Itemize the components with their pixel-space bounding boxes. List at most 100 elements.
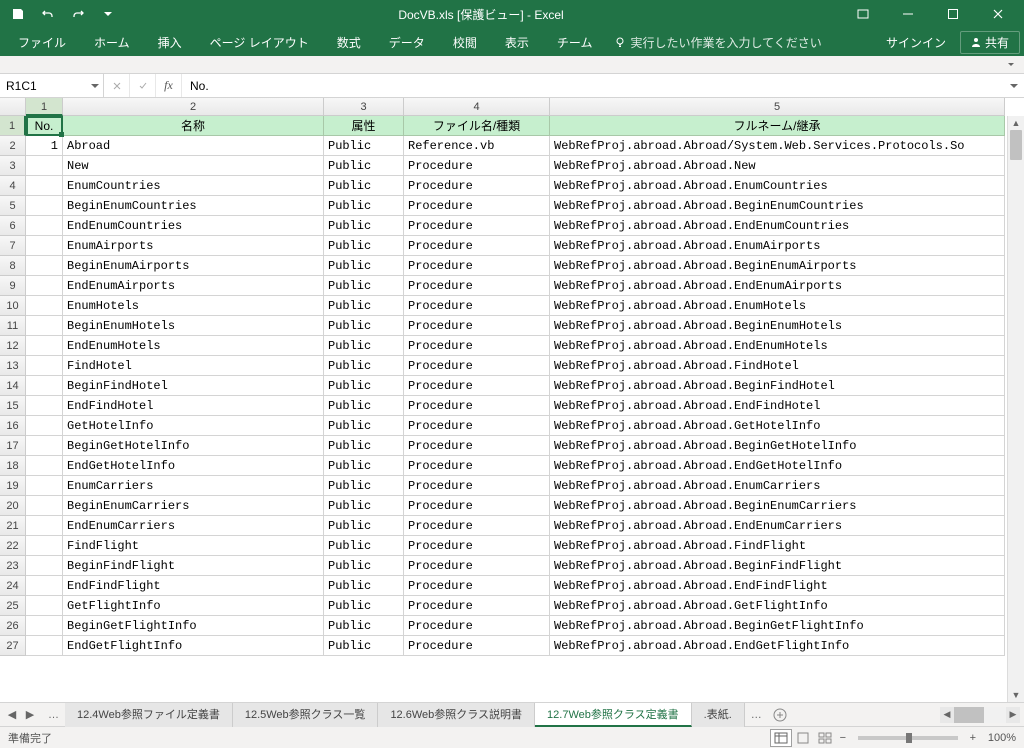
row-header[interactable]: 12 bbox=[0, 336, 26, 356]
cell-full[interactable]: WebRefProj.abroad.Abroad.EnumAirports bbox=[550, 236, 1005, 256]
cell-full[interactable]: WebRefProj.abroad.Abroad.GetFlightInfo bbox=[550, 596, 1005, 616]
cell-attr[interactable]: Public bbox=[324, 136, 404, 156]
table-row[interactable]: EndEnumCountriesPublicProcedureWebRefPro… bbox=[26, 216, 1024, 236]
cell-file[interactable]: Procedure bbox=[404, 216, 550, 236]
tab-data[interactable]: データ bbox=[375, 28, 439, 56]
table-row[interactable]: GetFlightInfoPublicProcedureWebRefProj.a… bbox=[26, 596, 1024, 616]
col-header-2[interactable]: 2 bbox=[63, 98, 324, 116]
page-layout-view-button[interactable] bbox=[792, 729, 814, 747]
sheet-tab[interactable]: .表紙. bbox=[692, 703, 745, 727]
row-header[interactable]: 23 bbox=[0, 556, 26, 576]
tab-insert[interactable]: 挿入 bbox=[144, 28, 196, 56]
cell-full[interactable]: WebRefProj.abroad.Abroad.BeginEnumHotels bbox=[550, 316, 1005, 336]
cell-attr[interactable]: Public bbox=[324, 176, 404, 196]
table-row[interactable]: EndGetFlightInfoPublicProcedureWebRefPro… bbox=[26, 636, 1024, 656]
row-header[interactable]: 24 bbox=[0, 576, 26, 596]
row-header[interactable]: 27 bbox=[0, 636, 26, 656]
cell-file[interactable]: Procedure bbox=[404, 636, 550, 656]
cells-grid[interactable]: No.名称属性ファイル名/種類フルネーム/継承1AbroadPublicRefe… bbox=[26, 116, 1024, 702]
cell-file[interactable]: Procedure bbox=[404, 196, 550, 216]
cell-name[interactable]: BeginEnumAirports bbox=[63, 256, 324, 276]
cell-full[interactable]: WebRefProj.abroad.Abroad.FindHotel bbox=[550, 356, 1005, 376]
cell-attr[interactable]: Public bbox=[324, 536, 404, 556]
ribbon-display-button[interactable] bbox=[840, 0, 885, 28]
name-box-dropdown[interactable] bbox=[86, 74, 103, 97]
cell-name[interactable]: BeginEnumCarriers bbox=[63, 496, 324, 516]
cell-full[interactable]: WebRefProj.abroad.Abroad.FindFlight bbox=[550, 536, 1005, 556]
cell-file[interactable]: Procedure bbox=[404, 156, 550, 176]
cell-no[interactable] bbox=[26, 196, 63, 216]
cell-attr[interactable]: Public bbox=[324, 356, 404, 376]
close-button[interactable] bbox=[975, 0, 1020, 28]
cell-file[interactable]: Procedure bbox=[404, 396, 550, 416]
cell-name[interactable]: EndGetHotelInfo bbox=[63, 456, 324, 476]
tab-overflow-right[interactable]: … bbox=[745, 709, 768, 721]
cell-full[interactable]: WebRefProj.abroad.Abroad.EndGetFlightInf… bbox=[550, 636, 1005, 656]
cell-name[interactable]: BeginGetFlightInfo bbox=[63, 616, 324, 636]
cell-file[interactable]: Procedure bbox=[404, 616, 550, 636]
header-file[interactable]: ファイル名/種類 bbox=[404, 116, 550, 136]
table-row[interactable]: BeginGetFlightInfoPublicProcedureWebRefP… bbox=[26, 616, 1024, 636]
cell-file[interactable]: Procedure bbox=[404, 536, 550, 556]
cell-no[interactable] bbox=[26, 516, 63, 536]
cell-name[interactable]: EnumCarriers bbox=[63, 476, 324, 496]
cancel-formula-button[interactable] bbox=[104, 74, 130, 97]
collapse-ribbon-button[interactable] bbox=[1004, 58, 1018, 72]
tab-page-layout[interactable]: ページ レイアウト bbox=[196, 28, 323, 56]
cell-file[interactable]: Reference.vb bbox=[404, 136, 550, 156]
table-row[interactable]: BeginFindHotelPublicProcedureWebRefProj.… bbox=[26, 376, 1024, 396]
cell-name[interactable]: BeginEnumHotels bbox=[63, 316, 324, 336]
tab-home[interactable]: ホーム bbox=[80, 28, 144, 56]
cell-full[interactable]: WebRefProj.abroad.Abroad.BeginEnumCarrie… bbox=[550, 496, 1005, 516]
cell-file[interactable]: Procedure bbox=[404, 556, 550, 576]
cell-no[interactable] bbox=[26, 236, 63, 256]
cell-name[interactable]: New bbox=[63, 156, 324, 176]
cell-name[interactable]: EndFindHotel bbox=[63, 396, 324, 416]
scroll-thumb[interactable] bbox=[1010, 130, 1022, 160]
cell-file[interactable]: Procedure bbox=[404, 456, 550, 476]
cell-attr[interactable]: Public bbox=[324, 576, 404, 596]
cell-name[interactable]: EndEnumHotels bbox=[63, 336, 324, 356]
tab-view[interactable]: 表示 bbox=[491, 28, 543, 56]
zoom-thumb[interactable] bbox=[906, 733, 912, 743]
table-row[interactable]: EndGetHotelInfoPublicProcedureWebRefProj… bbox=[26, 456, 1024, 476]
cell-full[interactable]: WebRefProj.abroad.Abroad.BeginFindHotel bbox=[550, 376, 1005, 396]
normal-view-button[interactable] bbox=[770, 729, 792, 747]
header-no[interactable]: No. bbox=[26, 116, 63, 136]
minimize-button[interactable] bbox=[885, 0, 930, 28]
tab-team[interactable]: チーム bbox=[543, 28, 607, 56]
cell-file[interactable]: Procedure bbox=[404, 236, 550, 256]
cell-attr[interactable]: Public bbox=[324, 496, 404, 516]
cell-no[interactable] bbox=[26, 396, 63, 416]
undo-button[interactable] bbox=[34, 2, 62, 26]
row-header[interactable]: 3 bbox=[0, 156, 26, 176]
table-row[interactable]: FindHotelPublicProcedureWebRefProj.abroa… bbox=[26, 356, 1024, 376]
tab-overflow-left[interactable]: … bbox=[42, 709, 65, 721]
table-row[interactable]: EnumAirportsPublicProcedureWebRefProj.ab… bbox=[26, 236, 1024, 256]
cell-attr[interactable]: Public bbox=[324, 456, 404, 476]
cell-no[interactable] bbox=[26, 336, 63, 356]
vertical-scrollbar[interactable]: ▲ ▼ bbox=[1007, 116, 1024, 702]
zoom-out-button[interactable]: − bbox=[836, 732, 850, 744]
cell-no[interactable] bbox=[26, 596, 63, 616]
table-row[interactable]: BeginEnumCountriesPublicProcedureWebRefP… bbox=[26, 196, 1024, 216]
cell-attr[interactable]: Public bbox=[324, 236, 404, 256]
cell-attr[interactable]: Public bbox=[324, 336, 404, 356]
col-header-3[interactable]: 3 bbox=[324, 98, 404, 116]
cell-no[interactable] bbox=[26, 436, 63, 456]
table-row[interactable]: BeginEnumAirportsPublicProcedureWebRefPr… bbox=[26, 256, 1024, 276]
zoom-slider[interactable] bbox=[858, 736, 958, 740]
tell-me[interactable]: 実行したい作業を入力してください bbox=[606, 34, 829, 51]
cell-full[interactable]: WebRefProj.abroad.Abroad.EndGetHotelInfo bbox=[550, 456, 1005, 476]
cell-full[interactable]: WebRefProj.abroad.Abroad.New bbox=[550, 156, 1005, 176]
cell-name[interactable]: GetHotelInfo bbox=[63, 416, 324, 436]
hscroll-left-icon[interactable]: ◀ bbox=[940, 709, 954, 720]
cell-no[interactable] bbox=[26, 256, 63, 276]
cell-file[interactable]: Procedure bbox=[404, 436, 550, 456]
row-header[interactable]: 18 bbox=[0, 456, 26, 476]
cell-full[interactable]: WebRefProj.abroad.Abroad.BeginEnumAirpor… bbox=[550, 256, 1005, 276]
sheet-tab[interactable]: 12.7Web参照クラス定義書 bbox=[535, 703, 692, 727]
cell-file[interactable]: Procedure bbox=[404, 516, 550, 536]
scroll-up-icon[interactable]: ▲ bbox=[1008, 116, 1024, 130]
cell-name[interactable]: EndEnumCountries bbox=[63, 216, 324, 236]
